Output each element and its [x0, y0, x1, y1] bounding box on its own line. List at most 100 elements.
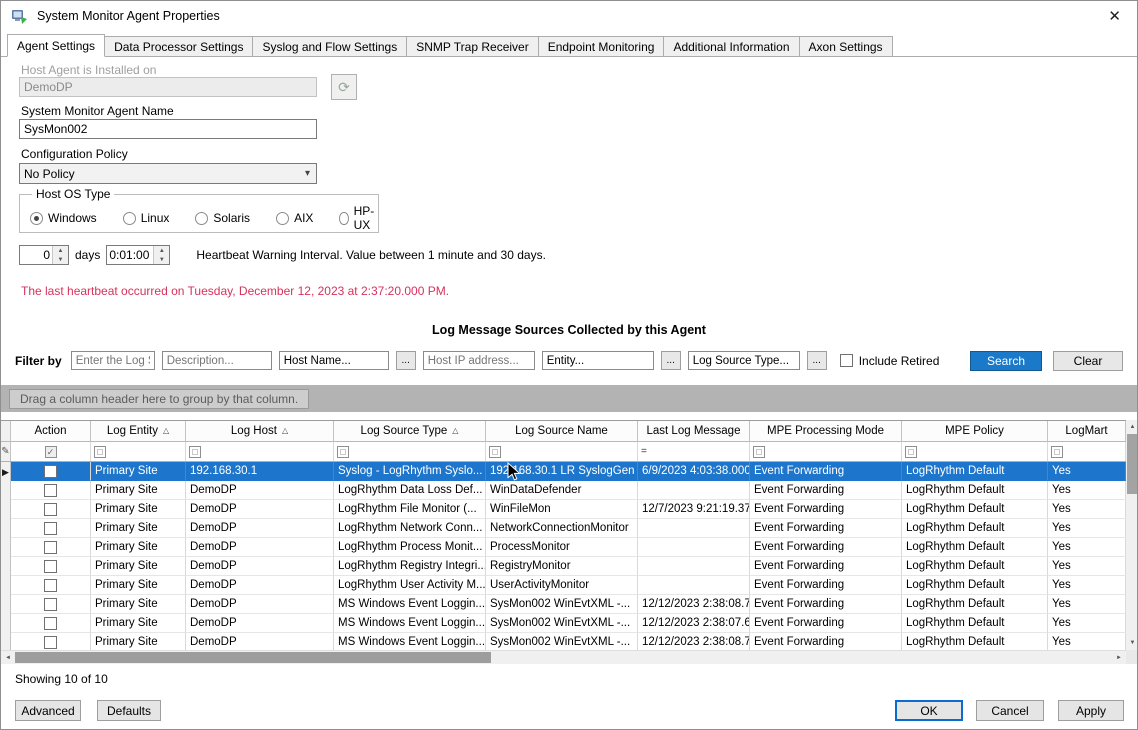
spin-up-icon[interactable]: ▲	[53, 246, 68, 255]
vertical-scrollbar[interactable]: ▲ ▼	[1126, 420, 1138, 650]
filter-cell-mpe-policy[interactable]	[902, 442, 1048, 461]
column-header-log-entity[interactable]: Log Entity△	[91, 421, 186, 442]
filter-cell-mpe-processing-mode[interactable]	[750, 442, 902, 461]
host-ip-filter-input[interactable]	[423, 351, 535, 370]
horizontal-scrollbar-thumb[interactable]	[15, 652, 491, 663]
radio-aix[interactable]: AIX	[276, 211, 313, 225]
row-select-cell[interactable]	[11, 519, 91, 538]
host-agent-field[interactable]	[19, 77, 317, 97]
table-row[interactable]: Primary SiteDemoDPLogRhythm Process Moni…	[1, 538, 1126, 557]
row-checkbox[interactable]	[44, 465, 57, 478]
entity-filter-input[interactable]	[542, 351, 654, 370]
row-checkbox[interactable]	[44, 484, 57, 497]
vertical-scrollbar-thumb[interactable]	[1127, 434, 1138, 494]
tab-snmp-trap-receiver[interactable]: SNMP Trap Receiver	[406, 36, 538, 56]
column-header-action[interactable]: Action	[11, 421, 91, 442]
column-header-last-log-message[interactable]: Last Log Message	[638, 421, 750, 442]
close-icon[interactable]: ✕	[1102, 5, 1127, 27]
row-select-cell[interactable]	[11, 595, 91, 614]
filter-cell-log-entity[interactable]	[91, 442, 186, 461]
table-row[interactable]: Primary SiteDemoDPMS Windows Event Loggi…	[1, 614, 1126, 633]
table-row[interactable]: Primary SiteDemoDPLogRhythm Data Loss De…	[1, 481, 1126, 500]
include-retired-checkbox[interactable]: Include Retired	[840, 354, 940, 368]
group-by-hint[interactable]: Drag a column header here to group by th…	[9, 389, 309, 409]
row-checkbox[interactable]	[44, 598, 57, 611]
host-name-filter-input[interactable]	[279, 351, 389, 370]
entity-browse-button[interactable]: ...	[661, 351, 681, 370]
tab-agent-settings[interactable]: Agent Settings	[7, 34, 105, 57]
filter-type-icon[interactable]	[1051, 446, 1063, 458]
change-host-button[interactable]: ⟳	[331, 74, 357, 100]
table-row[interactable]: ▶Primary Site192.168.30.1Syslog - LogRhy…	[1, 462, 1126, 481]
column-header-log-host[interactable]: Log Host△	[186, 421, 334, 442]
filter-type-icon[interactable]	[753, 446, 765, 458]
column-header-mpe-policy[interactable]: MPE Policy	[902, 421, 1048, 442]
row-select-cell[interactable]	[11, 462, 91, 481]
row-checkbox[interactable]	[44, 579, 57, 592]
row-select-cell[interactable]	[11, 481, 91, 500]
filter-cell-last-log-message[interactable]: =	[638, 442, 750, 461]
horizontal-scrollbar[interactable]: ◄ ►	[1, 650, 1126, 664]
row-checkbox[interactable]	[44, 522, 57, 535]
description-filter-input[interactable]	[162, 351, 272, 370]
spin-up-icon[interactable]: ▲	[154, 246, 169, 255]
table-row[interactable]: Primary SiteDemoDPLogRhythm Network Conn…	[1, 519, 1126, 538]
scroll-up-icon[interactable]: ▲	[1126, 420, 1138, 434]
radio-windows[interactable]: Windows	[30, 211, 97, 225]
table-row[interactable]: Primary SiteDemoDPLogRhythm User Activit…	[1, 576, 1126, 595]
row-checkbox[interactable]	[44, 617, 57, 630]
row-checkbox[interactable]	[44, 503, 57, 516]
defaults-button[interactable]: Defaults	[97, 700, 161, 721]
table-row[interactable]: Primary SiteDemoDPLogRhythm Registry Int…	[1, 557, 1126, 576]
scroll-right-icon[interactable]: ►	[1112, 651, 1126, 664]
spin-down-icon[interactable]: ▼	[53, 255, 68, 264]
tab-syslog-and-flow-settings[interactable]: Syslog and Flow Settings	[252, 36, 407, 56]
radio-hpux[interactable]: HP-UX	[339, 204, 378, 232]
row-checkbox[interactable]	[44, 560, 57, 573]
row-checkbox[interactable]	[44, 541, 57, 554]
cancel-button[interactable]: Cancel	[976, 700, 1044, 721]
table-row[interactable]: Primary SiteDemoDPLogRhythm File Monitor…	[1, 500, 1126, 519]
log-source-filter-input[interactable]	[71, 351, 155, 370]
filter-cell-action[interactable]: ✓	[11, 442, 91, 461]
column-header-mpe-processing-mode[interactable]: MPE Processing Mode	[750, 421, 902, 442]
tab-data-processor-settings[interactable]: Data Processor Settings	[104, 36, 253, 56]
filter-type-icon[interactable]	[94, 446, 106, 458]
log-source-type-filter-input[interactable]	[688, 351, 800, 370]
filter-edit-cell[interactable]: ✎	[1, 442, 11, 461]
host-name-browse-button[interactable]: ...	[396, 351, 416, 370]
search-button[interactable]: Search	[970, 351, 1042, 371]
apply-button[interactable]: Apply	[1058, 700, 1124, 721]
clear-button[interactable]: Clear	[1053, 351, 1123, 371]
filter-type-icon[interactable]	[189, 446, 201, 458]
table-row[interactable]: Primary SiteDemoDPMS Windows Event Loggi…	[1, 595, 1126, 614]
tab-additional-information[interactable]: Additional Information	[663, 36, 799, 56]
row-select-cell[interactable]	[11, 614, 91, 633]
advanced-button[interactable]: Advanced	[15, 700, 81, 721]
column-header-log-source-type[interactable]: Log Source Type△	[334, 421, 486, 442]
tab-endpoint-monitoring[interactable]: Endpoint Monitoring	[538, 36, 665, 56]
filter-cell-log-source-type[interactable]	[334, 442, 486, 461]
radio-solaris[interactable]: Solaris	[195, 211, 250, 225]
select-all-checkbox[interactable]: ✓	[45, 446, 57, 458]
row-select-cell[interactable]	[11, 557, 91, 576]
column-header-logmart[interactable]: LogMart	[1048, 421, 1126, 442]
row-select-cell[interactable]	[11, 576, 91, 595]
row-select-cell[interactable]	[11, 500, 91, 519]
interval-input[interactable]	[107, 246, 153, 264]
configuration-policy-select[interactable]: No Policy ▾	[19, 163, 317, 184]
filter-type-icon[interactable]	[489, 446, 501, 458]
row-checkbox[interactable]	[44, 636, 57, 649]
radio-linux[interactable]: Linux	[123, 211, 170, 225]
filter-cell-logmart[interactable]	[1048, 442, 1126, 461]
log-source-type-browse-button[interactable]: ...	[807, 351, 827, 370]
filter-type-icon[interactable]	[337, 446, 349, 458]
ok-button[interactable]: OK	[895, 700, 963, 721]
spin-down-icon[interactable]: ▼	[154, 255, 169, 264]
filter-cell-log-source-name[interactable]	[486, 442, 638, 461]
scroll-left-icon[interactable]: ◄	[1, 651, 15, 664]
column-header-log-source-name[interactable]: Log Source Name	[486, 421, 638, 442]
row-select-cell[interactable]	[11, 538, 91, 557]
scroll-down-icon[interactable]: ▼	[1126, 636, 1138, 650]
filter-cell-log-host[interactable]	[186, 442, 334, 461]
